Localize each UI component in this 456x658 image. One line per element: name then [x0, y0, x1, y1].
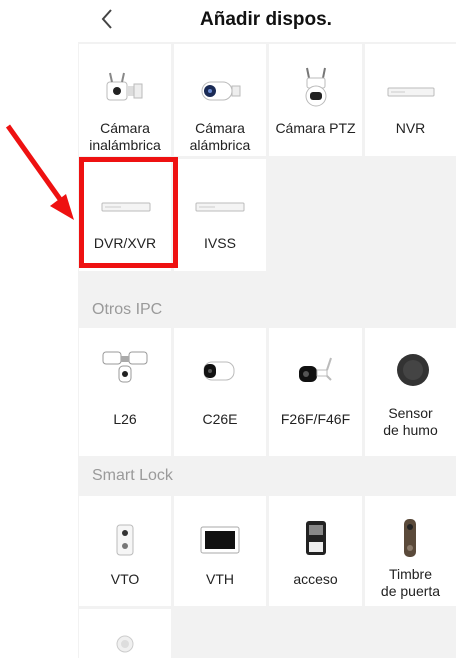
doorbell-icon [404, 519, 416, 557]
tile-ivss[interactable]: IVSS [174, 159, 266, 271]
header: Añadir dispos. [0, 0, 456, 40]
dvr-icon [101, 202, 151, 212]
tile-label: L26 [113, 411, 137, 427]
tile-label: IVSS [204, 235, 236, 251]
ivss-icon [195, 202, 245, 212]
indoor-monitor-icon [200, 526, 240, 554]
section-title: Otros IPC [92, 301, 163, 318]
access-control-icon [306, 521, 326, 555]
tile-c26e[interactable]: C26E [174, 328, 266, 456]
tile-f26f-f46f[interactable]: F26F/F46F [269, 328, 362, 456]
tile-label: de puerta [380, 583, 441, 599]
tile-label: NVR [395, 120, 426, 136]
tile-label: inalámbrica [89, 137, 161, 153]
section-title: Smart Lock [92, 467, 173, 484]
page-title: Añadir dispos. [200, 9, 332, 30]
floodlight-camera-icon [102, 351, 148, 383]
wifi-camera-icon [299, 357, 332, 382]
wired-camera-icon [201, 81, 241, 101]
tile-wireless-camera[interactable]: Cámara inalámbrica [79, 44, 171, 156]
tile-label: alámbrica [189, 137, 251, 153]
bullet-camera-icon [203, 361, 235, 381]
smoke-sensor-icon [397, 354, 429, 386]
tile-label: Timbre [388, 566, 433, 582]
tile-wired-camera[interactable]: Cámara alámbrica [174, 44, 266, 156]
chevron-left-icon[interactable] [100, 8, 124, 34]
door-station-icon [116, 524, 134, 556]
tile-round-device[interactable] [79, 609, 171, 658]
tile-access[interactable]: acceso [269, 496, 362, 606]
tile-smoke-sensor[interactable]: Sensor de humo [365, 328, 456, 456]
tile-dvr-xvr[interactable]: DVR/XVR [79, 159, 171, 271]
tile-label: F26F/F46F [280, 411, 351, 427]
tile-nvr[interactable]: NVR [365, 44, 456, 156]
tile-ptz-camera[interactable]: Cámara PTZ [269, 44, 362, 156]
tile-label: Cámara PTZ [275, 120, 356, 136]
tile-label: acceso [293, 571, 338, 587]
tile-label: Cámara [195, 120, 245, 136]
tile-label: VTO [110, 571, 140, 587]
tile-label: DVR/XVR [93, 235, 157, 251]
nvr-icon [387, 87, 435, 97]
wireless-camera-icon [106, 72, 143, 101]
arrow-icon [5, 124, 74, 220]
tile-label: VTH [206, 571, 234, 587]
tile-label: Cámara [100, 120, 150, 136]
tile-vto[interactable]: VTO [79, 496, 171, 606]
tile-vth[interactable]: VTH [174, 496, 266, 606]
tile-label: Sensor [388, 405, 433, 421]
round-device-icon [116, 635, 134, 653]
tile-doorbell[interactable]: Timbre de puerta [365, 496, 456, 606]
tile-label: C26E [202, 411, 238, 427]
tile-l26[interactable]: L26 [79, 328, 171, 456]
tile-label: de humo [383, 422, 438, 438]
ptz-camera-icon [305, 67, 327, 107]
